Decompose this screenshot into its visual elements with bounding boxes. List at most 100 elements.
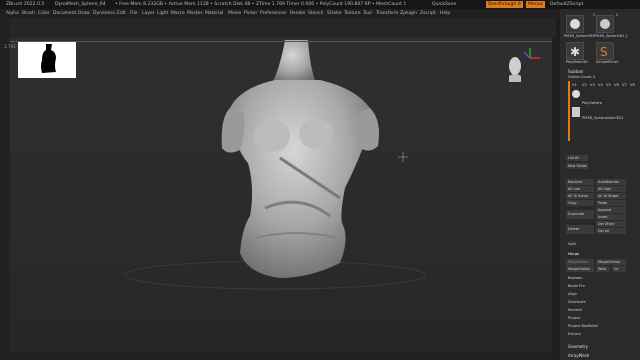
tool-thumb-sphere[interactable] [566,15,584,33]
menu-render[interactable]: Render [290,9,306,18]
menu-zscript[interactable]: Zscript [420,9,436,18]
menu-preferences[interactable]: Preferences [260,9,286,18]
append-button[interactable]: Append [596,207,626,213]
menu-movie[interactable]: Movie [228,9,241,18]
mergesimilar-button[interactable]: MergeSimilar [596,259,626,265]
del-other-button[interactable]: Del Other [596,221,626,227]
distribute-section[interactable]: Distribute [568,300,586,304]
menu-marker[interactable]: Marker [187,9,203,18]
tool-thumb-polymesh[interactable]: ✱ [566,42,584,60]
list-all-button[interactable]: List All [566,155,588,161]
menu-stroke[interactable]: Stroke [327,9,341,18]
tool-count-a: 2 [593,13,596,17]
paste-button[interactable]: Paste [596,200,626,206]
new-folder-button[interactable]: New Folder [566,163,588,169]
left-shelf [0,18,10,360]
v-label-1[interactable]: V1 [572,83,577,87]
app-title: ZBrush 2022.0.5 [6,2,45,7]
duplicate-button[interactable]: Duplicate [566,210,594,219]
svg-text:S: S [600,45,608,59]
subtool-scroll[interactable] [568,81,570,141]
extract-section[interactable]: Extract [568,332,581,336]
v-label-2[interactable]: V2 [582,83,587,87]
menu-file[interactable]: File [130,9,138,18]
menus-button[interactable]: Menus [526,1,546,8]
subtool-title[interactable]: Subtool [568,69,583,74]
arraymesh-section[interactable]: ArrayMesh [568,353,589,358]
align-section[interactable]: Align [568,292,577,296]
see-through-slider[interactable]: See-through 0 [486,1,523,8]
remesh-section[interactable]: Remesh [568,308,582,312]
canvas-viewport[interactable] [10,38,552,356]
file-name: DynaMesh_Sphere_64 [55,2,106,7]
top-shelf [0,18,556,38]
boolean-section[interactable]: Boolean [568,276,583,280]
tool-name-4: SimpleBrush [596,60,619,64]
subtool-thumb-1[interactable] [572,90,580,98]
all-low-button[interactable]: All Low [566,186,594,192]
menu-macro[interactable]: Macro [171,9,185,18]
v-label-7[interactable]: V7 [622,83,627,87]
tool-name-2: PM3D_Sphere3D_1 [594,34,628,38]
menu-alpha[interactable]: Alpha [6,9,19,18]
menu-dynamics[interactable]: Dynamics [93,9,115,18]
all-to-target-button[interactable]: All To Target [596,193,626,199]
menu-layer[interactable]: Layer [142,9,155,18]
v-label-5[interactable]: V5 [606,83,611,87]
all-to-home-button[interactable]: All To Home [566,193,594,199]
simplebrush-icon: S [600,45,608,59]
copy-button[interactable]: Copy [566,200,594,206]
split-section[interactable]: Split [568,242,576,246]
v-label-8[interactable]: V8 [630,83,635,87]
menu-edit[interactable]: Edit [117,9,126,18]
weld-toggle[interactable]: Weld [596,266,610,272]
geometry-section[interactable]: Geometry [568,344,588,349]
mergevisible-button[interactable]: MergeVisible [566,266,594,272]
bottom-shelf [0,352,552,360]
project-basrelief-section[interactable]: Project BasRelief [568,324,598,328]
menu-draw[interactable]: Draw [78,9,90,18]
menu-material[interactable]: Material [205,9,223,18]
crosshair-icon [398,152,408,162]
silhouette-thumbnail[interactable] [18,42,76,78]
v-label-4[interactable]: V4 [598,83,603,87]
nav-gizmo[interactable] [500,46,546,86]
menu-texture[interactable]: Texture [344,9,360,18]
project-section[interactable]: Project [568,316,580,320]
del-all-button[interactable]: Del All [596,228,626,234]
delete-button[interactable]: Delete [566,225,594,234]
bevel-pro-section[interactable]: Bevel Pro [568,284,585,288]
insert-button[interactable]: Insert [596,214,626,220]
all-high-button[interactable]: All High [596,186,626,192]
subtool-item-1[interactable]: PolySphere [582,101,602,105]
mergedown-button[interactable]: MergeDown [566,259,594,265]
menu-transform[interactable]: Transform [376,9,398,18]
menu-zplugin[interactable]: Zplugin [400,9,417,18]
sculpt-model [124,40,426,290]
tool-thumb-simplebrush[interactable]: S [596,42,614,60]
tool-count-b: 2 [616,13,619,17]
subtool-item-2[interactable]: PM3D_Spheroinder3D1 [582,116,623,120]
subtool-thumb-2[interactable] [572,107,580,117]
menu-brush[interactable]: Brush [22,9,35,18]
merge-section[interactable]: Merge [568,252,579,256]
title-bar: ZBrush 2022.0.5 DynaMesh_Sphere_64 • Fre… [0,0,640,9]
uv-toggle[interactable]: Uv [612,266,626,272]
rename-button[interactable]: Rename [566,179,594,185]
v-label-3[interactable]: V3 [590,83,595,87]
quicksave-button[interactable]: QuickSave [432,0,456,9]
default-script-button[interactable]: DefaultZScript [550,0,583,9]
tool-palette: 2 2 PM3D_Sphere3D PM3D_Sphere3D_1 ✱ S Po… [560,9,640,360]
v-label-6[interactable]: V6 [614,83,619,87]
menu-tool[interactable]: Tool [363,9,372,18]
menu-color[interactable]: Color [38,9,50,18]
menu-picker[interactable]: Picker [244,9,257,18]
tool-thumb-sphere-1[interactable] [596,15,614,33]
menu-help[interactable]: Help [440,9,450,18]
menu-light[interactable]: Light [157,9,168,18]
menu-stencil[interactable]: Stencil [308,9,323,18]
menu-document[interactable]: Document [53,9,76,18]
silhouette-icon [41,44,56,73]
viewport-top-rule [10,41,552,42]
autoreorder-button[interactable]: AutoReorder [596,179,626,185]
